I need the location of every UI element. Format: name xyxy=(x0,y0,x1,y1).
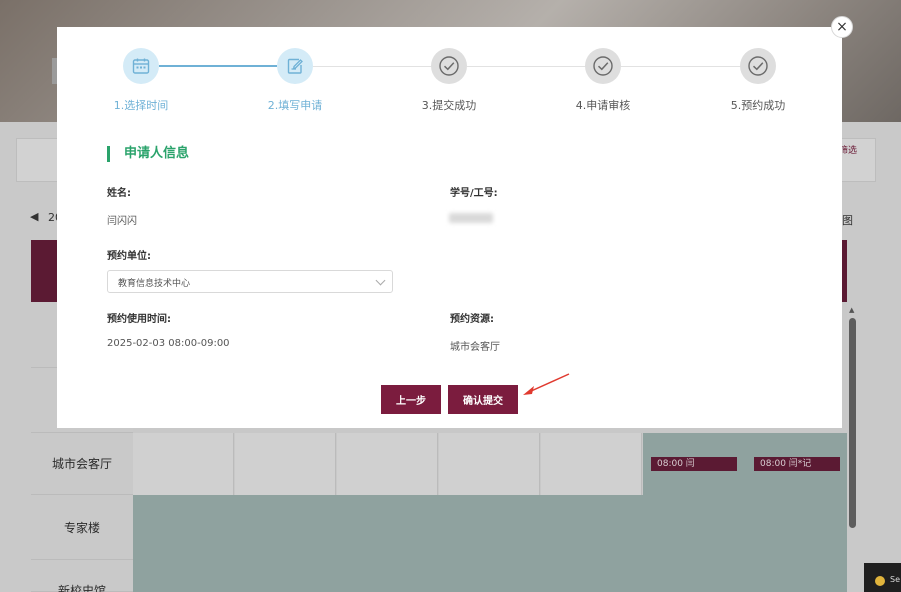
step-1-marker xyxy=(123,48,159,84)
time-label: 预约使用时间: xyxy=(107,314,171,325)
check-circle-icon xyxy=(748,56,768,76)
close-button[interactable]: × xyxy=(831,16,853,38)
prev-step-button[interactable]: 上一步 xyxy=(381,385,441,414)
step-1-label: 1.选择时间 xyxy=(113,99,169,112)
resource-value: 城市会客厅 xyxy=(450,342,500,353)
corner-widget[interactable]: Se xyxy=(864,563,901,592)
corner-widget-label: Se xyxy=(890,575,900,584)
table-row-label: 专家楼 xyxy=(31,495,133,560)
booking-tag[interactable]: 08:00 闫 xyxy=(651,457,737,471)
table-cell[interactable] xyxy=(133,433,234,495)
booked-area xyxy=(133,495,847,592)
student-id-label: 学号/工号: xyxy=(450,188,498,199)
confirm-submit-button[interactable]: 确认提交 xyxy=(448,385,518,414)
step-3: 3.提交成功 xyxy=(389,48,509,113)
prev-date-arrow-icon[interactable]: ◀ xyxy=(30,210,38,223)
step-5: 5.预约成功 xyxy=(698,48,818,113)
table-cell[interactable] xyxy=(337,433,438,495)
unit-select[interactable]: 教育信息技术中心 xyxy=(107,270,393,293)
table-cell[interactable] xyxy=(235,433,336,495)
step-5-label: 5.预约成功 xyxy=(730,99,786,112)
resource-label: 预约资源: xyxy=(450,314,494,325)
booking-dialog: 1.选择时间 2.填写申请 3.提交成功 4.申请审核 5.预约成功 申请人信息… xyxy=(57,27,842,428)
view-toggle[interactable]: 图 xyxy=(842,212,853,228)
table-cell[interactable] xyxy=(439,433,540,495)
step-4-marker xyxy=(585,48,621,84)
calendar-icon xyxy=(132,58,150,74)
step-5-marker xyxy=(740,48,776,84)
student-id-value-redacted xyxy=(449,213,493,223)
step-4-label: 4.申请审核 xyxy=(575,99,631,112)
check-circle-icon xyxy=(593,56,613,76)
name-label: 姓名: xyxy=(107,188,131,199)
status-dot-icon xyxy=(875,576,885,586)
step-1: 1.选择时间 xyxy=(81,48,201,113)
table-row-label: 新校史馆 xyxy=(31,560,133,592)
step-3-marker xyxy=(431,48,467,84)
time-value: 2025-02-03 08:00-09:00 xyxy=(107,338,230,349)
step-4: 4.申请审核 xyxy=(543,48,663,113)
step-2-marker xyxy=(277,48,313,84)
step-2-label: 2.填写申请 xyxy=(267,99,323,112)
annotation-arrow-icon xyxy=(523,373,570,395)
section-title: 申请人信息 xyxy=(107,146,189,162)
unit-label: 预约单位: xyxy=(107,251,151,262)
booking-tag[interactable]: 08:00 闫*记 xyxy=(754,457,840,471)
name-value: 闫闪闪 xyxy=(107,216,137,227)
chevron-down-icon xyxy=(375,275,386,286)
step-2: 2.填写申请 xyxy=(235,48,355,113)
table-row-label: 城市会客厅 xyxy=(31,433,133,495)
unit-select-value: 教育信息技术中心 xyxy=(118,279,191,289)
scroll-up-icon[interactable]: ▲ xyxy=(849,306,854,314)
scrollbar-thumb[interactable] xyxy=(849,318,856,528)
step-3-label: 3.提交成功 xyxy=(421,99,477,112)
close-icon: × xyxy=(836,19,848,35)
table-cell[interactable] xyxy=(541,433,642,495)
check-circle-icon xyxy=(439,56,459,76)
edit-form-icon xyxy=(287,58,303,74)
